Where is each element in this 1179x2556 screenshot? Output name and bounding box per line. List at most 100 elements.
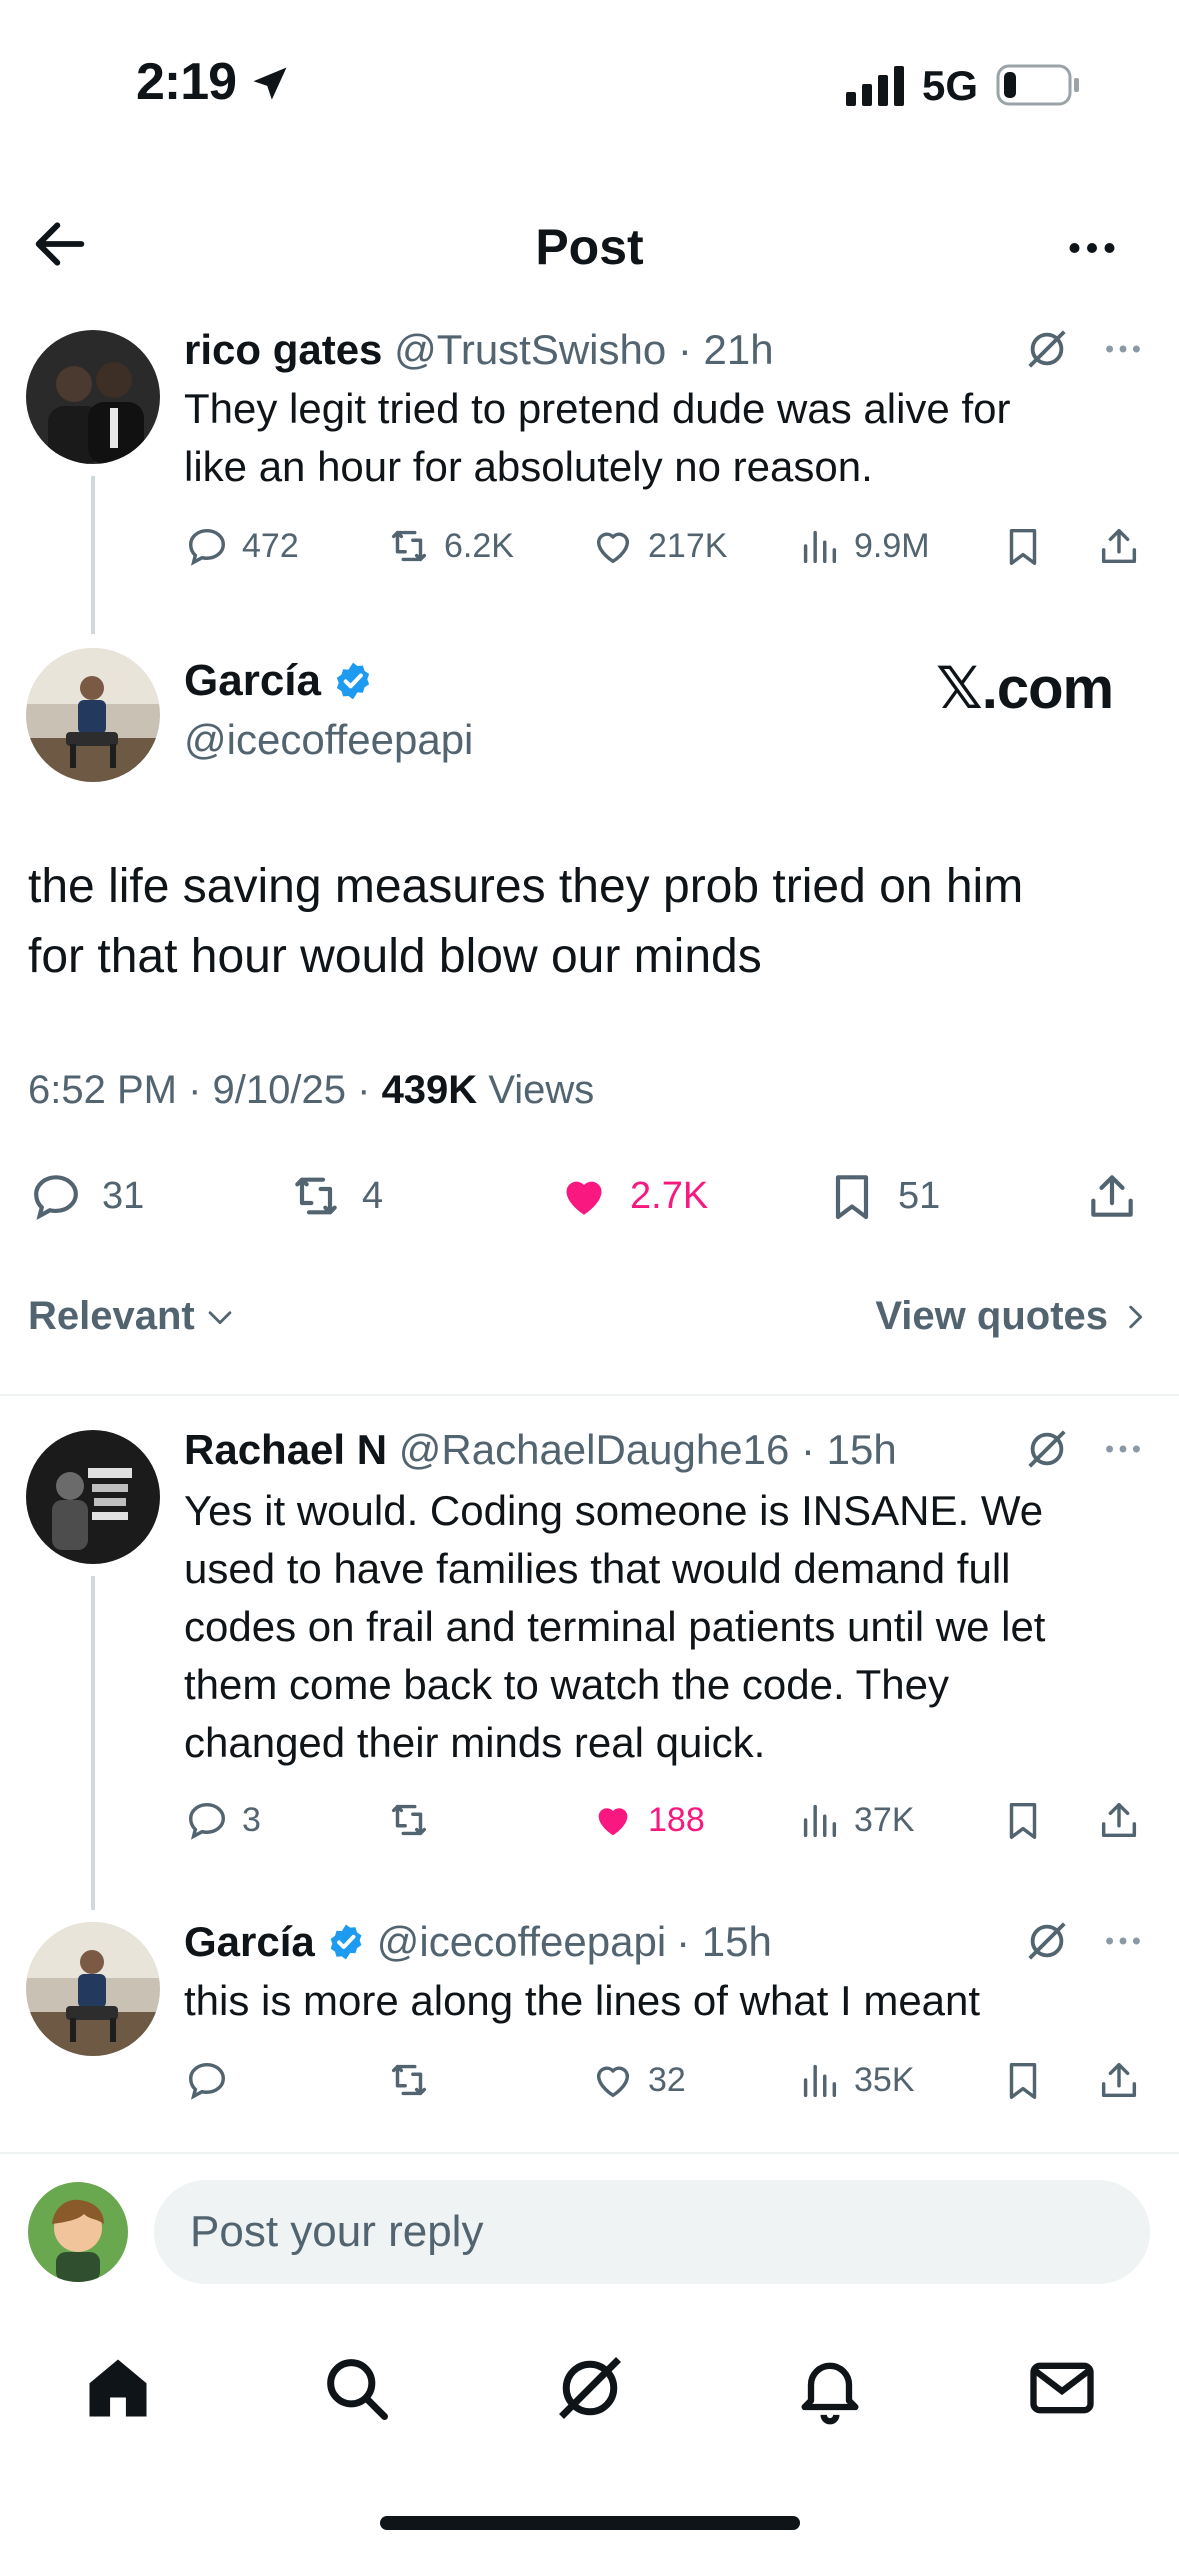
views-icon (803, 2064, 837, 2098)
bookmark-icon (1009, 2062, 1037, 2099)
views-label: Views (488, 1068, 595, 1112)
reply-icon (188, 1802, 226, 1840)
views-button[interactable]: 37K (796, 1790, 915, 1850)
avatar[interactable] (26, 1922, 160, 2056)
more-icon[interactable] (1062, 218, 1122, 278)
verified-badge-icon (330, 1924, 362, 1960)
like-button[interactable]: 32 (590, 2050, 686, 2110)
more-options-icon[interactable] (1100, 326, 1146, 372)
repost-button[interactable] (386, 2050, 444, 2110)
bottom-tab-bar (0, 2330, 1179, 2440)
reply-icon (34, 1175, 78, 1220)
heart-icon (596, 2066, 630, 2098)
more-options-icon[interactable] (1100, 1426, 1146, 1472)
tweet-time: · 15h (676, 1918, 772, 1965)
tweet-text: They legit tried to pretend dude was ali… (184, 385, 1011, 490)
reply-button[interactable]: 31 (28, 1166, 144, 1226)
share-icon (1091, 1175, 1133, 1217)
repost-button[interactable]: 4 (288, 1166, 383, 1226)
share-icon (1101, 528, 1137, 564)
avatar[interactable] (26, 330, 160, 464)
cellular-signal-icon (846, 66, 904, 106)
grok-icon[interactable] (552, 2350, 628, 2426)
reply-button[interactable]: 3 (184, 1790, 261, 1850)
views-button[interactable]: 9.9M (796, 516, 930, 576)
grok-icon[interactable] (1024, 1918, 1070, 1964)
author-name[interactable]: García (184, 656, 321, 706)
tweet-meta: 6:52 PM · 9/10/25 · 439K Views (28, 1068, 595, 1112)
repost-icon (391, 530, 427, 562)
author-row: Rachael N @RachaelDaughe16 · 15h (184, 1426, 897, 1474)
author-row: García @icecoffeepapi · 15h (184, 1918, 772, 1966)
divider (0, 2152, 1179, 2154)
tweet-date[interactable]: 9/10/25 (213, 1068, 346, 1112)
tweet-text: the life saving measures they prob tried… (28, 860, 1024, 983)
sort-dropdown[interactable]: Relevant (28, 1294, 237, 1339)
like-button[interactable]: 188 (590, 1790, 705, 1850)
battery-icon (996, 64, 1079, 106)
repost-button[interactable] (386, 1790, 444, 1850)
avatar[interactable] (26, 1430, 160, 1564)
chevron-right-icon (1129, 1305, 1143, 1328)
tweet-actions: 32 35K (184, 2050, 1144, 2110)
tweet-time[interactable]: 6:52 PM (28, 1068, 177, 1112)
heart-icon (566, 1181, 602, 1215)
author-handle[interactable]: @icecoffeepapi (184, 716, 473, 764)
repost-icon (295, 1177, 337, 1215)
notifications-icon[interactable] (792, 2350, 868, 2426)
repost-button[interactable]: 6.2K (386, 516, 514, 576)
heart-icon (598, 1808, 628, 1836)
grok-icon[interactable] (1024, 326, 1070, 372)
more-options-icon[interactable] (1100, 1918, 1146, 1964)
share-button[interactable] (1096, 516, 1142, 576)
tweet-actions: 472 6.2K 217K 9.9M (184, 516, 1144, 576)
reply-icon (188, 528, 226, 566)
share-button[interactable] (1096, 1790, 1142, 1850)
views-count: 439K (381, 1068, 478, 1112)
like-button[interactable]: 2.7K (556, 1166, 708, 1226)
author-name[interactable]: Rachael N (184, 1426, 387, 1473)
view-quotes-link[interactable]: View quotes (875, 1294, 1152, 1339)
author-handle[interactable]: @TrustSwisho (394, 326, 666, 373)
grok-icon[interactable] (1024, 1426, 1070, 1472)
share-button[interactable] (1096, 2050, 1142, 2110)
search-icon[interactable] (318, 2350, 394, 2426)
post-header: Post (0, 190, 1179, 300)
bookmark-button[interactable] (1000, 2050, 1046, 2110)
views-icon (803, 530, 837, 564)
author-handle[interactable]: @icecoffeepapi (377, 1918, 666, 1966)
author-name[interactable]: García (184, 1918, 315, 1966)
tweet-text: this is more along the lines of what I m… (184, 1977, 981, 2024)
messages-icon[interactable] (1024, 2350, 1100, 2426)
verified-badge-icon (336, 662, 370, 700)
share-button[interactable] (1084, 1166, 1140, 1226)
bookmark-button[interactable] (1000, 516, 1046, 576)
thread-line (91, 476, 95, 634)
bookmark-icon (1009, 1802, 1037, 1839)
replies-sort-row: Relevant View quotes (28, 1290, 1152, 1350)
reply-button[interactable] (184, 2050, 242, 2110)
bookmark-button[interactable] (1000, 1790, 1046, 1850)
like-button[interactable]: 217K (590, 516, 727, 576)
repost-icon (391, 1804, 427, 1836)
avatar[interactable] (26, 648, 160, 782)
bookmark-button[interactable]: 51 (824, 1166, 940, 1226)
home-icon[interactable] (80, 2350, 156, 2426)
tweet-actions: 31 4 2.7K 51 (28, 1166, 1152, 1234)
chevron-down-icon (208, 1310, 232, 1324)
share-icon (1101, 2062, 1137, 2098)
views-button[interactable]: 35K (796, 2050, 915, 2110)
author-name[interactable]: rico gates (184, 326, 382, 373)
current-user-avatar[interactable] (28, 2182, 128, 2282)
status-bar: 2:19 5G (0, 0, 1179, 160)
reply-icon (188, 2062, 226, 2100)
author-row: rico gates @TrustSwisho · 21h (184, 326, 774, 374)
tweet-text: Yes it would. Coding someone is INSANE. … (184, 1487, 1046, 1766)
bookmark-icon (835, 1175, 869, 1220)
tweet-time: · 21h (677, 326, 774, 373)
reply-button[interactable]: 472 (184, 516, 299, 576)
bookmark-icon (1009, 528, 1037, 565)
share-icon (1101, 1802, 1137, 1838)
reply-input[interactable] (154, 2180, 1150, 2284)
author-handle[interactable]: @RachaelDaughe16 (399, 1426, 790, 1473)
